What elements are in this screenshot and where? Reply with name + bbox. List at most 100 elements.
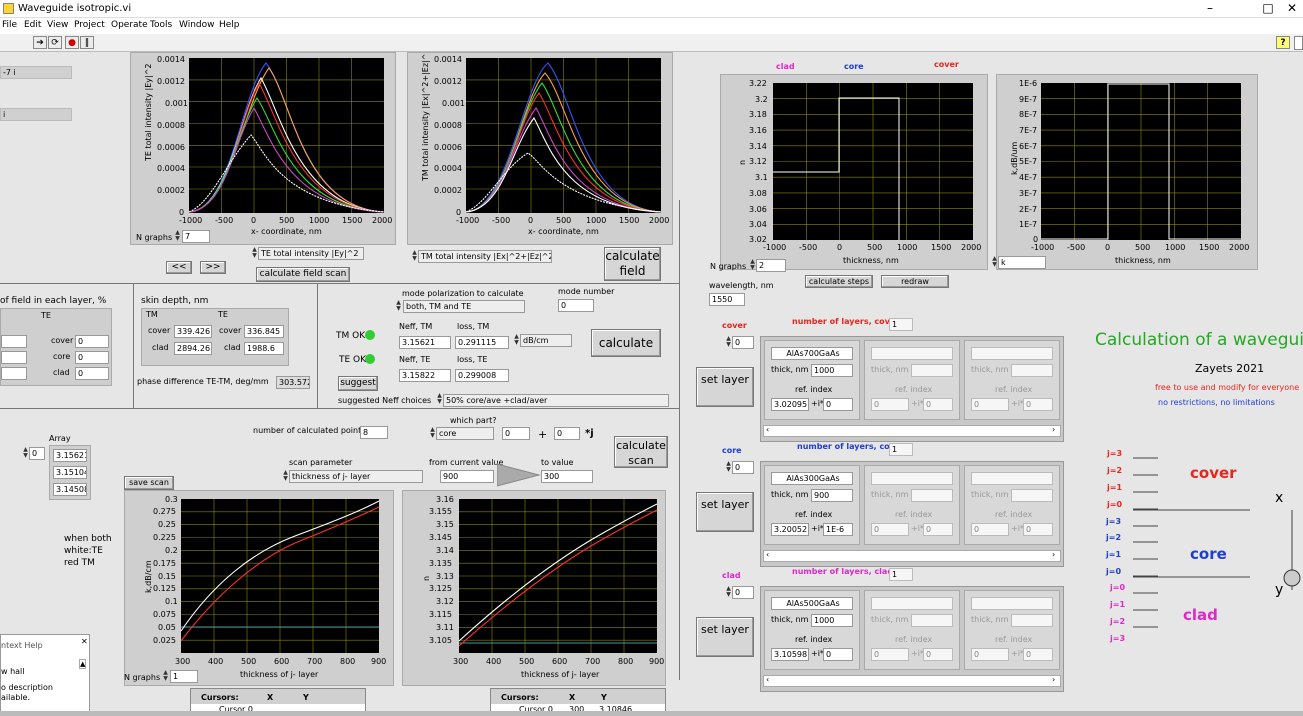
ri-input[interactable]: 0 (971, 398, 1009, 411)
calculate-field-button[interactable]: calculate field (604, 247, 661, 281)
menu-edit[interactable]: Edit (24, 20, 41, 30)
menu-view[interactable]: View (47, 20, 68, 30)
menu-file[interactable]: File (2, 20, 17, 30)
unit-spinner[interactable]: ▲ ▼ (513, 334, 520, 347)
scan-real-input[interactable]: 0 (502, 427, 530, 440)
minimize-icon[interactable]: – (1200, 1, 1220, 15)
set-layer-button[interactable]: set layer (696, 367, 754, 407)
scroll-right-icon[interactable]: › (1052, 675, 1055, 684)
layer-0-index[interactable]: 0 (732, 336, 754, 349)
tm-plot-select[interactable]: TM total intensity |Ex|^2+|Ez|^2 (418, 250, 552, 263)
menu-operate[interactable]: Operate (111, 20, 148, 30)
ri-input[interactable]: 0 (871, 398, 909, 411)
unit-select[interactable]: dB/cm (520, 334, 572, 347)
help-icon[interactable]: ? (1276, 36, 1290, 49)
material-input[interactable] (871, 347, 953, 360)
maximize-icon[interactable]: □ (1258, 1, 1278, 15)
ri-input[interactable]: 3.02095 (771, 398, 809, 411)
k-select[interactable]: k (998, 256, 1046, 269)
layer-2-index[interactable]: 0 (732, 586, 754, 599)
run-continuous-icon[interactable]: ⟳ (48, 36, 62, 49)
im-input[interactable]: 0 (1023, 523, 1053, 536)
te-plot-select[interactable]: TE total intensity |Ey|^2 (258, 247, 364, 260)
array-index[interactable]: 0 (29, 447, 45, 460)
thick-input[interactable] (1011, 489, 1053, 502)
menu-help[interactable]: Help (219, 20, 240, 30)
scroll-left-icon[interactable]: ‹ (766, 675, 769, 684)
im-input[interactable]: 0 (923, 398, 953, 411)
te-ngraphs-input[interactable]: 7 (182, 230, 210, 243)
next-button[interactable]: >> (200, 261, 226, 274)
run-arrow-icon[interactable]: ➔ (33, 36, 47, 49)
material-input[interactable] (871, 597, 953, 610)
thick-input[interactable]: 1000 (811, 614, 853, 627)
thick-input[interactable]: 900 (811, 489, 853, 502)
scroll-left-icon[interactable]: ‹ (766, 425, 769, 434)
layer-scrollbar[interactable]: ‹ › (763, 425, 1061, 437)
scan-param-select[interactable]: thickness of j- layer (289, 470, 423, 483)
mode-pol-spinner[interactable]: ▲ ▼ (395, 300, 402, 313)
im-input[interactable]: 0 (1023, 648, 1053, 661)
material-input[interactable] (871, 472, 953, 485)
layer-scrollbar[interactable]: ‹ › (763, 675, 1061, 687)
im-input[interactable]: 0 (823, 648, 853, 661)
which-part-spinner[interactable]: ▲ ▼ (429, 427, 436, 440)
redraw-button[interactable]: redraw (881, 275, 949, 288)
to-input[interactable]: 300 (541, 470, 593, 483)
te-ngraphs-spinner[interactable]: ▲ ▼ (174, 230, 181, 243)
te-plot-spinner[interactable]: ▲ ▼ (251, 247, 258, 260)
thick-input[interactable] (911, 364, 953, 377)
menu-project[interactable]: Project (74, 20, 105, 30)
ri-input[interactable]: 3.20052 (771, 523, 809, 536)
menu-tools[interactable]: Tools (150, 20, 172, 30)
im-input[interactable]: 0 (1023, 398, 1053, 411)
thick-input[interactable] (911, 614, 953, 627)
layer-scrollbar[interactable]: ‹ › (763, 550, 1061, 562)
wavelength-input[interactable]: 1550 (709, 293, 745, 306)
calculate-steps-button[interactable]: calculate steps (805, 275, 873, 288)
material-input[interactable] (971, 472, 1053, 485)
suggest-button[interactable]: suggest (338, 376, 378, 391)
loss-ngraphs-spinner[interactable]: ▲ ▼ (162, 670, 169, 683)
thick-input[interactable] (911, 489, 953, 502)
ri-input[interactable]: 0 (971, 523, 1009, 536)
suggested-select[interactable]: 50% core/ave +clad/aver (443, 394, 669, 407)
layer-1-index[interactable]: 0 (732, 461, 754, 474)
layer-0-spinner[interactable]: ▲ ▼ (725, 336, 732, 349)
layer-2-spinner[interactable]: ▲ ▼ (725, 586, 732, 599)
set-layer-button[interactable]: set layer (696, 617, 754, 657)
material-input[interactable]: AlAs300GaAs (771, 472, 853, 485)
ri-input[interactable]: 0 (971, 648, 1009, 661)
abort-icon[interactable]: ● (65, 36, 79, 49)
ri-input[interactable]: 0 (871, 648, 909, 661)
ri-input[interactable]: 3.10598 (771, 648, 809, 661)
scan-param-spinner[interactable]: ▲ ▼ (282, 470, 289, 483)
material-input[interactable]: AlAs500GaAs (771, 597, 853, 610)
thick-input[interactable] (1011, 614, 1053, 627)
collapse-icon[interactable]: ▲ (79, 659, 87, 669)
save-scan-button[interactable]: save scan (124, 476, 174, 490)
calculate-scan-button[interactable]: calculate scan (614, 436, 668, 468)
mode-pol-select[interactable]: both, TM and TE (403, 300, 525, 313)
array-spinner[interactable]: ▲ ▼ (22, 447, 29, 460)
calculate-button[interactable]: calculate (591, 329, 661, 357)
mode-number-input[interactable]: 0 (558, 299, 594, 312)
material-input[interactable] (971, 347, 1053, 360)
close-icon[interactable]: ✕ (1282, 1, 1302, 15)
tm-plot-spinner[interactable]: ▲ ▼ (411, 250, 418, 263)
menu-window[interactable]: Window (179, 20, 215, 30)
pause-icon[interactable]: ‖ (80, 36, 94, 49)
scroll-right-icon[interactable]: › (1052, 425, 1055, 434)
suggested-spinner[interactable]: ▲ ▼ (436, 393, 443, 406)
k-select-spinner[interactable]: ▲ ▼ (991, 256, 998, 269)
npoints-input[interactable]: 8 (360, 426, 388, 439)
scroll-left-icon[interactable]: ‹ (766, 550, 769, 559)
ri-input[interactable]: 0 (871, 523, 909, 536)
im-input[interactable]: 0 (823, 398, 853, 411)
profile-ngraphs-input[interactable]: 2 (756, 259, 786, 272)
which-part-select[interactable]: core (436, 427, 494, 440)
im-input[interactable]: 0 (923, 648, 953, 661)
scroll-right-icon[interactable]: › (1052, 550, 1055, 559)
thick-input[interactable] (1011, 364, 1053, 377)
prev-button[interactable]: << (166, 261, 192, 274)
